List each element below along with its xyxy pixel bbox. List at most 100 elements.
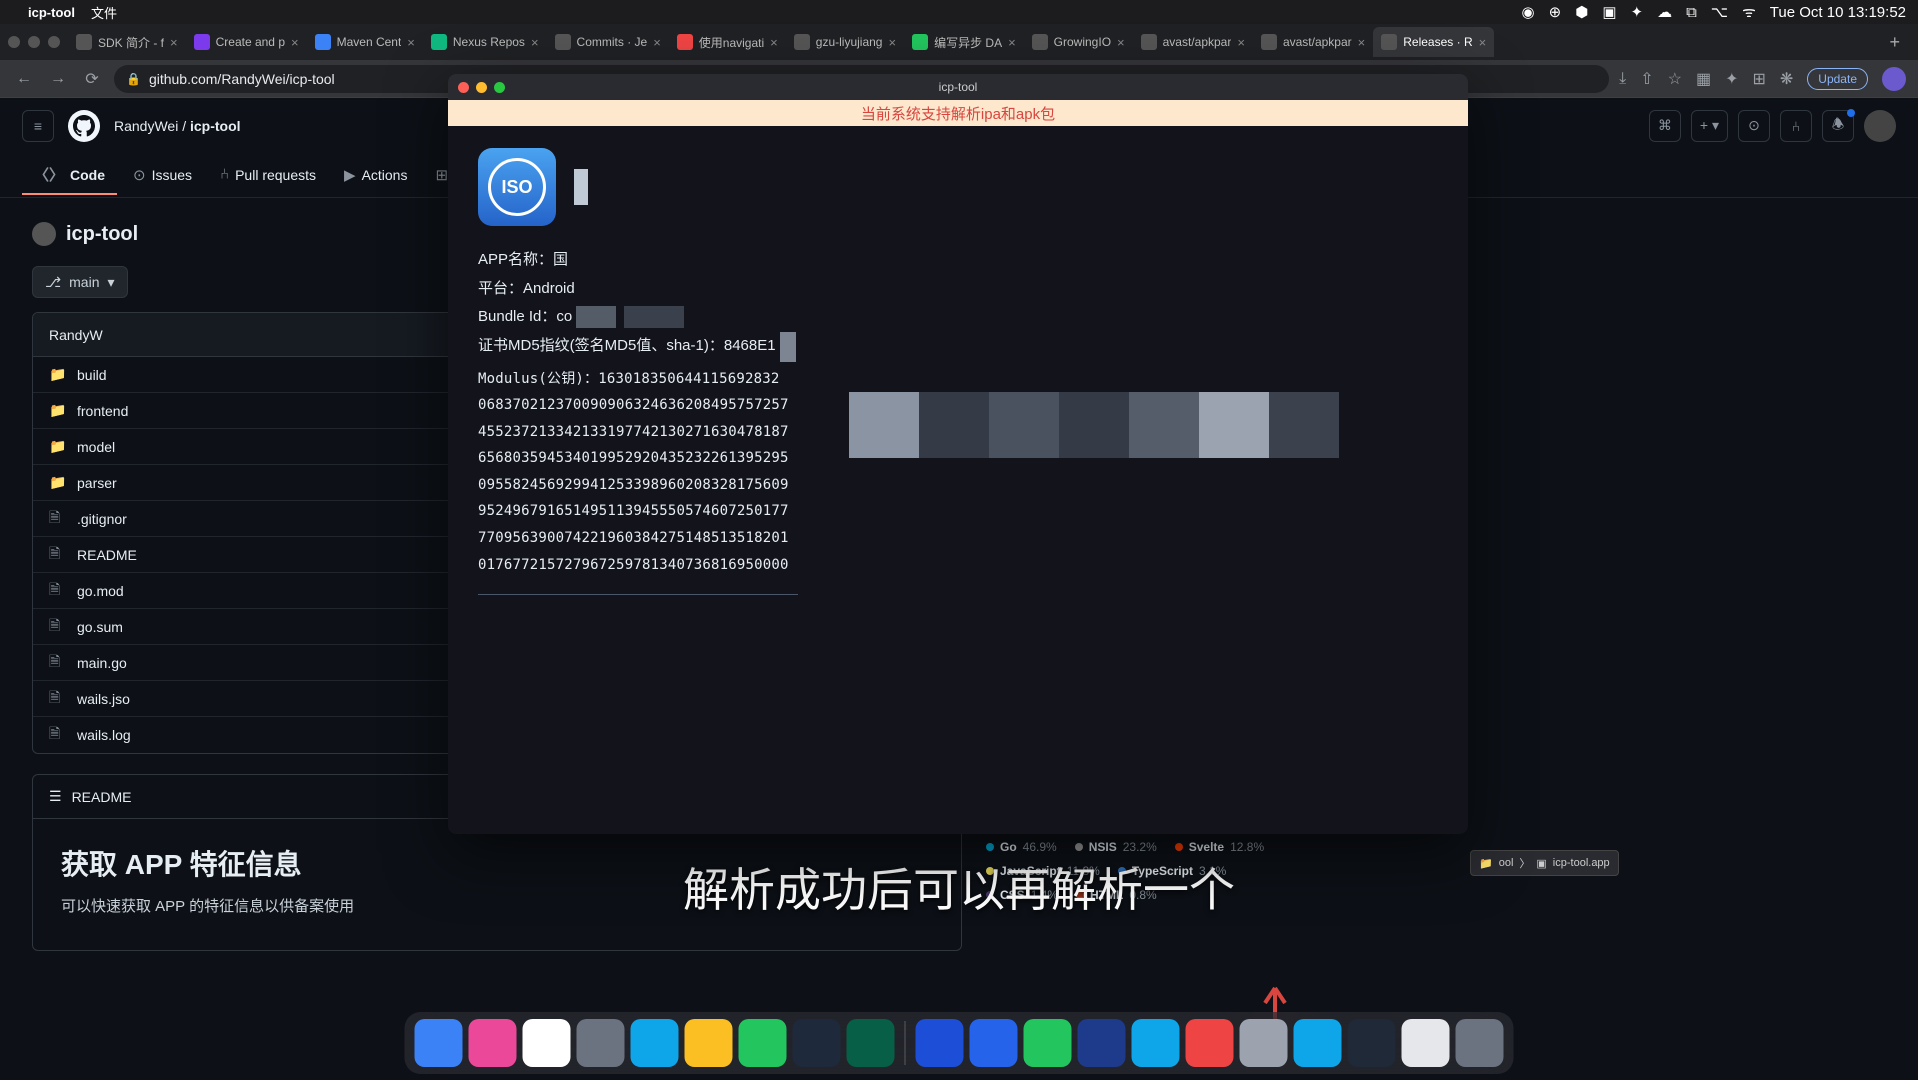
file-icon: 🗎 bbox=[49, 615, 65, 639]
dock-app[interactable] bbox=[1348, 1019, 1396, 1067]
dock-app[interactable] bbox=[970, 1019, 1018, 1067]
dock-app[interactable] bbox=[1132, 1019, 1180, 1067]
reload-button[interactable]: ⟳ bbox=[80, 69, 104, 89]
tab-code[interactable]: 〈〉Code bbox=[22, 156, 117, 195]
close-tab-icon[interactable]: × bbox=[1117, 35, 1125, 50]
menu-file[interactable]: 文件 bbox=[91, 3, 117, 22]
dock-app[interactable] bbox=[685, 1019, 733, 1067]
status-icon[interactable]: ☁ bbox=[1657, 3, 1672, 21]
field-app-name: APP名称： 国 bbox=[478, 246, 1438, 275]
minimize-icon[interactable] bbox=[476, 82, 487, 93]
dock-app[interactable] bbox=[1186, 1019, 1234, 1067]
dock-app[interactable] bbox=[1456, 1019, 1504, 1067]
extensions-menu-icon[interactable]: ⊞ bbox=[1752, 69, 1765, 89]
new-tab-button[interactable]: + bbox=[1879, 32, 1910, 53]
browser-update-button[interactable]: Update bbox=[1807, 68, 1868, 90]
dock-app[interactable] bbox=[469, 1019, 517, 1067]
browser-tab[interactable]: gzu-liyujiang× bbox=[786, 27, 904, 57]
language-item[interactable]: NSIS23.2% bbox=[1075, 840, 1157, 854]
back-button[interactable]: ← bbox=[12, 70, 36, 88]
branch-select[interactable]: ⎇ main ▾ bbox=[32, 266, 128, 298]
dock-app[interactable] bbox=[1294, 1019, 1342, 1067]
status-icon[interactable]: ⬢ bbox=[1575, 3, 1588, 21]
browser-tab[interactable]: Nexus Repos× bbox=[423, 27, 547, 57]
dock-app[interactable] bbox=[577, 1019, 625, 1067]
browser-tab[interactable]: GrowingIO× bbox=[1024, 27, 1133, 57]
issues-icon[interactable]: ⊙ bbox=[1738, 110, 1770, 142]
notifications-icon[interactable]: 🕭 bbox=[1822, 110, 1854, 142]
dock-app[interactable] bbox=[1240, 1019, 1288, 1067]
menubar-time[interactable]: Tue Oct 10 13:19:52 bbox=[1770, 4, 1906, 21]
create-new-button[interactable]: + ▾ bbox=[1691, 110, 1728, 142]
close-tab-icon[interactable]: × bbox=[770, 35, 778, 50]
dock-app[interactable] bbox=[631, 1019, 679, 1067]
share-icon[interactable]: ⇧ bbox=[1640, 69, 1653, 89]
close-tab-icon[interactable]: × bbox=[888, 35, 896, 50]
pull-requests-icon[interactable]: ⑃ bbox=[1780, 110, 1812, 142]
dock-app[interactable] bbox=[793, 1019, 841, 1067]
close-tab-icon[interactable]: × bbox=[1479, 35, 1487, 50]
install-icon[interactable]: ⤓ bbox=[1619, 70, 1626, 88]
status-icon[interactable]: ⧉ bbox=[1686, 4, 1697, 21]
browser-tab[interactable]: Releases · R× bbox=[1373, 27, 1494, 57]
readme-tab[interactable]: README bbox=[72, 789, 132, 805]
extension-icon[interactable]: ❋ bbox=[1780, 69, 1793, 89]
wifi-icon[interactable]: ᯤ bbox=[1742, 2, 1756, 22]
tab-issues[interactable]: ⊙Issues bbox=[121, 158, 204, 194]
window-traffic-lights[interactable] bbox=[8, 36, 60, 48]
status-icon[interactable]: ⌥ bbox=[1711, 3, 1728, 21]
dock-app[interactable] bbox=[916, 1019, 964, 1067]
extension-icon[interactable]: ✦ bbox=[1725, 69, 1738, 89]
repo-owner-link[interactable]: RandyWei bbox=[114, 118, 178, 134]
close-tab-icon[interactable]: × bbox=[291, 35, 299, 50]
dock-app[interactable] bbox=[523, 1019, 571, 1067]
repo-title: icp-tool bbox=[66, 223, 138, 246]
browser-tab[interactable]: Maven Cent× bbox=[307, 27, 423, 57]
status-icon[interactable]: ◉ bbox=[1522, 3, 1535, 21]
browser-tab[interactable]: avast/apkpar× bbox=[1133, 27, 1253, 57]
list-icon: ☰ bbox=[49, 788, 62, 805]
close-tab-icon[interactable]: × bbox=[531, 35, 539, 50]
close-tab-icon[interactable]: × bbox=[407, 35, 415, 50]
close-tab-icon[interactable]: × bbox=[1237, 35, 1245, 50]
hamburger-menu[interactable]: ≡ bbox=[22, 110, 54, 142]
dock-app[interactable] bbox=[847, 1019, 895, 1067]
close-tab-icon[interactable]: × bbox=[1358, 35, 1366, 50]
dock-app[interactable] bbox=[739, 1019, 787, 1067]
browser-tab[interactable]: SDK 简介 - f× bbox=[68, 27, 186, 57]
close-tab-icon[interactable]: × bbox=[170, 35, 178, 50]
user-avatar[interactable] bbox=[1864, 110, 1896, 142]
close-tab-icon[interactable]: × bbox=[653, 35, 661, 50]
status-icon[interactable]: ⊕ bbox=[1549, 3, 1562, 21]
language-item[interactable]: Svelte12.8% bbox=[1175, 840, 1264, 854]
dock-app[interactable] bbox=[1024, 1019, 1072, 1067]
bookmark-icon[interactable]: ☆ bbox=[1668, 69, 1682, 89]
browser-tab[interactable]: Create and p× bbox=[186, 27, 307, 57]
app-titlebar[interactable]: icp-tool bbox=[448, 74, 1468, 100]
close-icon[interactable] bbox=[458, 82, 469, 93]
owner-avatar[interactable] bbox=[32, 222, 56, 246]
browser-tab[interactable]: 编写异步 DA× bbox=[904, 27, 1024, 57]
status-icon[interactable]: ✦ bbox=[1631, 3, 1644, 21]
github-logo[interactable] bbox=[68, 110, 100, 142]
repo-name-link[interactable]: icp-tool bbox=[190, 118, 241, 134]
browser-tab[interactable]: Commits · Je× bbox=[547, 27, 669, 57]
file-icon: 🗎 bbox=[49, 687, 65, 711]
zoom-icon[interactable] bbox=[494, 82, 505, 93]
dock-app[interactable] bbox=[1402, 1019, 1450, 1067]
tab-actions[interactable]: ▶Actions bbox=[332, 158, 419, 194]
close-tab-icon[interactable]: × bbox=[1008, 35, 1016, 50]
dock-app[interactable] bbox=[415, 1019, 463, 1067]
tab-pull-requests[interactable]: ⑃Pull requests bbox=[208, 158, 328, 193]
menubar-app-name[interactable]: icp-tool bbox=[28, 5, 75, 20]
dock-app[interactable] bbox=[1078, 1019, 1126, 1067]
browser-tab[interactable]: 使用navigati× bbox=[669, 27, 786, 57]
status-icon[interactable]: ▣ bbox=[1602, 3, 1616, 21]
language-item[interactable]: Go46.9% bbox=[986, 840, 1057, 854]
browser-tab[interactable]: avast/apkpar× bbox=[1253, 27, 1373, 57]
divider bbox=[478, 594, 798, 595]
extension-icon[interactable]: ▦ bbox=[1696, 69, 1711, 89]
profile-avatar[interactable] bbox=[1882, 67, 1906, 91]
command-palette-button[interactable]: ⌘ bbox=[1649, 110, 1681, 142]
forward-button[interactable]: → bbox=[46, 70, 70, 88]
